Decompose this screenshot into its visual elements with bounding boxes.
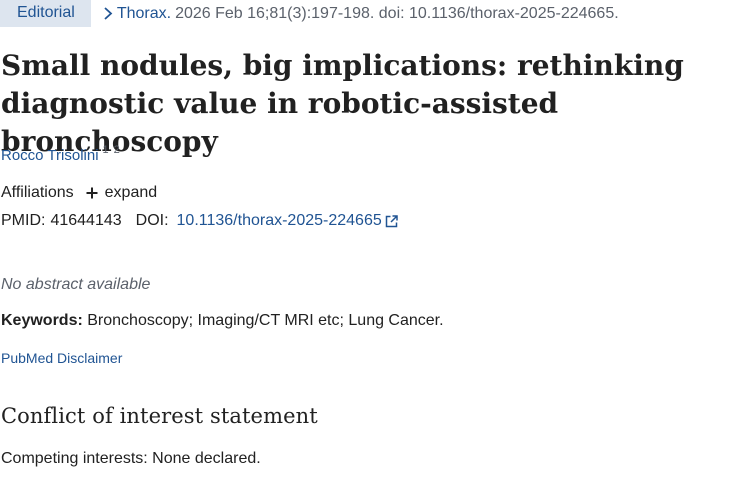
pmid-value: 41644143	[50, 212, 122, 229]
external-link-icon	[385, 214, 398, 227]
article-page: Editorial Thorax. 2026 Feb 16;81(3):197-…	[0, 0, 750, 500]
pmid-label: PMID:	[1, 212, 46, 229]
expand-label: expand	[104, 184, 158, 201]
journal-link[interactable]: Thorax.	[117, 5, 171, 23]
conflict-of-interest-heading: Conflict of interest statement	[1, 404, 318, 428]
affiliation-ref-1[interactable]: 1	[103, 144, 109, 156]
authors-list: Rocco Trisolini 1 2	[1, 144, 120, 164]
chevron-right-icon	[104, 7, 113, 20]
affiliations-expand-button[interactable]: expand	[86, 184, 158, 202]
no-abstract-notice: No abstract available	[1, 276, 151, 293]
citation-details: 2026 Feb 16;81(3):197-198. doi: 10.1136/…	[175, 4, 619, 22]
keywords-list: Bronchoscopy; Imaging/CT MRI etc; Lung C…	[87, 312, 444, 329]
affiliations-row: Affiliations expand	[1, 184, 157, 202]
pubmed-disclaimer-link[interactable]: PubMed Disclaimer	[1, 350, 122, 366]
doi-value: 10.1136/thorax-2025-224665	[176, 212, 382, 229]
doi-link[interactable]: 10.1136/thorax-2025-224665	[177, 212, 398, 230]
affiliations-label: Affiliations	[1, 184, 74, 201]
conflict-of-interest-text: Competing interests: None declared.	[1, 450, 261, 467]
publication-type-badge: Editorial	[0, 0, 91, 27]
keywords-label: Keywords:	[1, 312, 83, 329]
article-identifiers: PMID: 41644143 DOI: 10.1136/thorax-2025-…	[1, 212, 398, 230]
author-link[interactable]: Rocco Trisolini	[1, 147, 99, 164]
article-title: Small nodules, big implications: rethink…	[1, 49, 684, 158]
doi-label: DOI:	[135, 212, 169, 229]
keywords-row: Keywords: Bronchoscopy; Imaging/CT MRI e…	[1, 312, 444, 330]
plus-icon	[86, 187, 98, 199]
affiliation-ref-2[interactable]: 2	[114, 144, 120, 156]
citation-bar: Editorial Thorax. 2026 Feb 16;81(3):197-…	[0, 0, 619, 27]
